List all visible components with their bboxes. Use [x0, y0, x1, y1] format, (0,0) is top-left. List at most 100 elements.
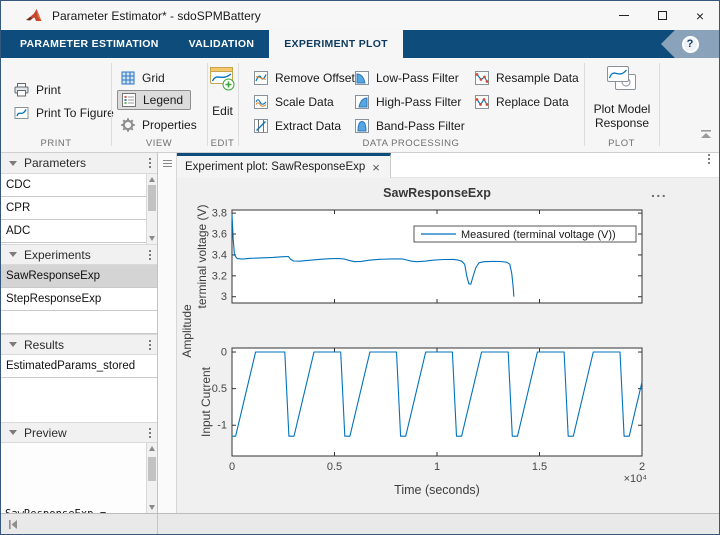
remove-offset-icon — [253, 70, 269, 86]
results-list: EstimatedParams_stored — [1, 355, 157, 422]
help-button[interactable]: ? — [682, 36, 699, 53]
replace-data-icon — [474, 94, 490, 110]
svg-text:3.8: 3.8 — [212, 208, 227, 220]
ribbon-separator — [111, 63, 112, 146]
experiments-menu-icon[interactable] — [149, 250, 151, 260]
ribbon-separator — [659, 63, 660, 146]
svg-text:Time (seconds): Time (seconds) — [394, 483, 480, 497]
list-item-adc[interactable]: ADC — [1, 220, 157, 243]
svg-text:1.5: 1.5 — [532, 461, 547, 473]
plot-model-response-icon — [605, 64, 639, 94]
list-item-estimatedparams[interactable]: EstimatedParams_stored — [1, 355, 157, 378]
svg-text:Measured (terminal voltage (V): Measured (terminal voltage (V)) — [461, 229, 616, 241]
experiment-plot-svg: 33.23.43.63.8terminal voltage (V)Measure… — [177, 178, 719, 513]
svg-text:3.2: 3.2 — [212, 270, 227, 282]
panel-grip-icon[interactable] — [163, 160, 172, 167]
low-pass-filter-button[interactable]: Low-Pass Filter — [354, 68, 459, 88]
results-section-title: Results — [24, 338, 64, 352]
scroll-down-icon — [149, 236, 155, 241]
experiment-plot-tab-label: Experiment plot: SawResponseExp — [185, 161, 365, 173]
status-bar — [1, 513, 719, 534]
parameters-list: CDC CPR ADC — [1, 174, 157, 244]
tab-parameter-estimation[interactable]: PARAMETER ESTIMATION — [5, 30, 174, 58]
collapse-ribbon-button[interactable] — [700, 126, 712, 144]
document-bar-menu-icon[interactable] — [708, 154, 710, 164]
close-icon: × — [696, 9, 704, 23]
grid-button[interactable]: Grid — [120, 68, 165, 88]
maximize-icon — [658, 11, 667, 20]
view-section-label: VIEW — [111, 138, 207, 149]
scroll-up-icon — [149, 446, 155, 451]
collapse-caret-icon — [9, 161, 17, 166]
results-menu-icon[interactable] — [149, 340, 151, 350]
band-pass-filter-button[interactable]: Band-Pass Filter — [354, 116, 465, 136]
close-button[interactable]: × — [681, 1, 719, 30]
tab-validation[interactable]: VALIDATION — [174, 30, 270, 58]
resample-data-button[interactable]: Resample Data — [474, 68, 579, 88]
scrollbar-thumb[interactable] — [148, 185, 156, 211]
parameters-menu-icon[interactable] — [149, 158, 151, 168]
list-item-cdc[interactable]: CDC — [1, 174, 157, 197]
preview-section-title: Preview — [24, 426, 67, 440]
remove-offset-button[interactable]: Remove Offset — [253, 68, 355, 88]
edit-button-label: Edit — [207, 104, 238, 118]
extract-data-button[interactable]: Extract Data — [253, 116, 341, 136]
resample-data-icon — [474, 70, 490, 86]
minimize-button[interactable] — [605, 1, 643, 30]
parameters-section-title: Parameters — [24, 156, 86, 170]
results-section-header[interactable]: Results — [1, 334, 157, 355]
preview-section-header[interactable]: Preview — [1, 422, 157, 443]
print-to-figure-button[interactable]: Print To Figure — [13, 103, 114, 123]
legend-button[interactable]: Legend — [117, 90, 191, 110]
scrollbar-thumb[interactable] — [148, 457, 156, 481]
experiments-section-title: Experiments — [24, 248, 91, 262]
replace-data-button[interactable]: Replace Data — [474, 92, 569, 112]
experiments-section-header[interactable]: Experiments — [1, 244, 157, 265]
left-sidebar: Parameters CDC CPR ADC Experiments SawRe… — [1, 153, 158, 513]
collapse-sidebar-icon[interactable] — [7, 519, 19, 530]
help-banner: ? — [661, 30, 719, 58]
list-item-cpr[interactable]: CPR — [1, 197, 157, 220]
ribbon-separator — [238, 63, 239, 146]
parameters-section-header[interactable]: Parameters — [1, 153, 157, 174]
collapse-ribbon-icon — [700, 129, 712, 139]
edit-button[interactable]: Edit — [207, 66, 238, 118]
high-pass-filter-button[interactable]: High-Pass Filter — [354, 92, 461, 112]
gear-icon — [120, 117, 136, 133]
svg-text:1: 1 — [434, 461, 440, 473]
properties-button[interactable]: Properties — [120, 115, 197, 135]
list-item-sawresponseexp[interactable]: SawResponseExp — [1, 265, 157, 288]
print-section-label: PRINT — [1, 138, 111, 149]
document-tab-bar: Experiment plot: SawResponseExp × — [177, 153, 719, 178]
axes-options-button[interactable]: ... — [651, 184, 667, 200]
window-controls: × — [605, 1, 719, 30]
scroll-down-icon — [149, 505, 155, 510]
figure-title: SawResponseExp — [307, 186, 567, 200]
svg-text:3.4: 3.4 — [212, 249, 227, 261]
maximize-button[interactable] — [643, 1, 681, 30]
window-title: Parameter Estimator* - sdoSPMBattery — [52, 9, 261, 23]
shared-y-axis-label: Amplitude — [180, 261, 194, 401]
plot-model-response-label-line1: Plot Model — [586, 102, 658, 116]
list-item-stepresponseexp[interactable]: StepResponseExp — [1, 288, 157, 311]
axes-2: 00.511.520-0.5-1Input CurrentTime (secon… — [199, 347, 647, 497]
preview-scrollbar[interactable] — [146, 443, 157, 513]
tab-experiment-plot[interactable]: EXPERIMENT PLOT — [269, 30, 403, 58]
legend-icon — [121, 92, 137, 108]
panel-strip — [158, 153, 177, 513]
print-button[interactable]: Print — [13, 80, 61, 100]
band-pass-filter-icon — [354, 118, 370, 134]
preview-menu-icon[interactable] — [149, 428, 151, 438]
svg-text:Input Current: Input Current — [199, 366, 213, 437]
tab-close-icon[interactable]: × — [372, 161, 380, 174]
experiment-plot-tab[interactable]: Experiment plot: SawResponseExp × — [177, 153, 391, 178]
scale-data-icon — [253, 94, 269, 110]
plot-section-label: PLOT — [584, 138, 659, 149]
high-pass-filter-icon — [354, 94, 370, 110]
svg-text:-1: -1 — [217, 420, 227, 432]
scale-data-button[interactable]: Scale Data — [253, 92, 334, 112]
svg-text:3.6: 3.6 — [212, 229, 227, 241]
plot-model-response-button[interactable]: Plot Model Response — [586, 64, 658, 130]
parameters-scrollbar[interactable] — [146, 174, 157, 244]
edit-icon — [209, 66, 236, 92]
